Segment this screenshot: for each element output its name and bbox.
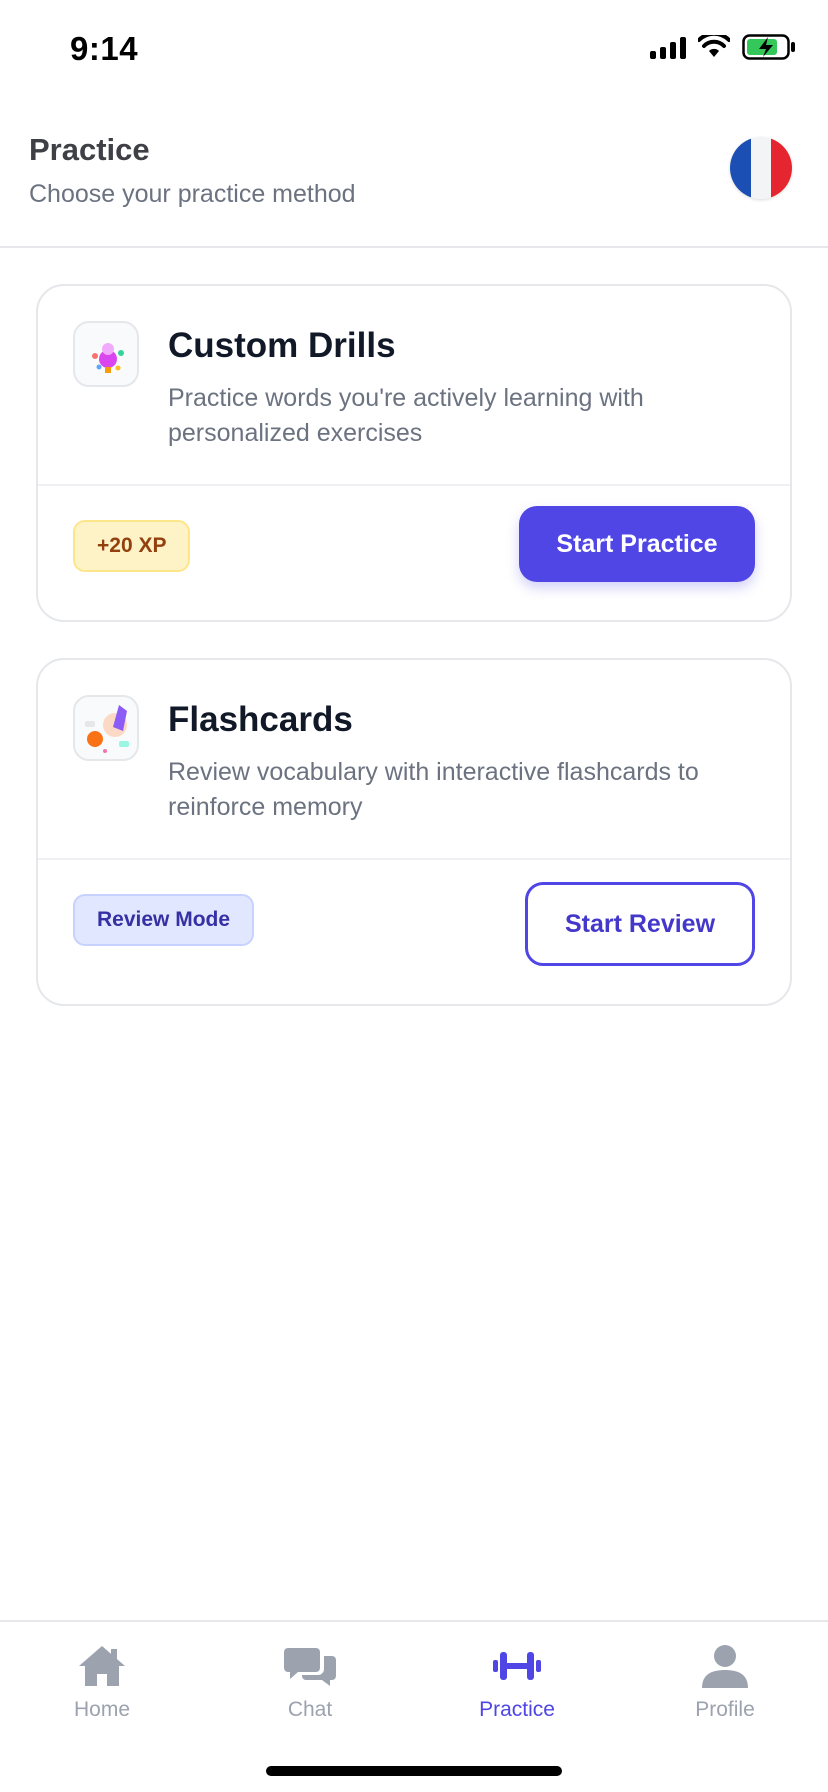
flashcards-illustration-icon — [73, 695, 139, 761]
home-indicator[interactable] — [266, 1766, 562, 1776]
card-description: Practice words you're actively learning … — [168, 384, 644, 447]
battery-charging-icon — [742, 34, 795, 60]
status-bar: 9:14 — [0, 0, 828, 100]
tab-practice[interactable]: Practice — [442, 1644, 592, 1722]
card-footer: +20 XP Start Practice — [38, 486, 790, 620]
page-subtitle: Choose your practice method — [29, 180, 356, 208]
card-header: Custom Drills Practice words you're acti… — [38, 286, 790, 486]
page-header: Practice Choose your practice method — [0, 100, 828, 248]
card-title: Flashcards — [168, 700, 353, 739]
chat-icon — [284, 1648, 336, 1686]
card-header: Flashcards Review vocabulary with intera… — [38, 660, 790, 860]
start-practice-button[interactable]: Start Practice — [519, 506, 755, 582]
tab-label: Home — [73, 1698, 131, 1721]
tab-chat[interactable]: Chat — [235, 1644, 385, 1722]
review-mode-badge: Review Mode — [73, 894, 255, 946]
tab-profile[interactable]: Profile — [650, 1644, 800, 1722]
card-title: Custom Drills — [168, 326, 396, 365]
status-time: 9:14 — [70, 30, 139, 67]
tab-home[interactable]: Home — [27, 1644, 177, 1722]
status-icons — [650, 34, 796, 60]
start-review-button[interactable]: Start Review — [525, 882, 755, 966]
tab-label: Chat — [287, 1698, 333, 1721]
cellular-signal-icon — [650, 35, 686, 59]
home-icon — [79, 1646, 125, 1686]
xp-badge: +20 XP — [73, 520, 191, 572]
wifi-icon — [698, 35, 730, 57]
card-footer: Review Mode Start Review — [38, 860, 790, 1004]
card-description: Review vocabulary with interactive flash… — [168, 758, 699, 821]
france-flag-icon[interactable] — [730, 137, 792, 199]
profile-icon — [702, 1645, 748, 1688]
dumbbell-icon — [493, 1652, 541, 1680]
custom-drills-illustration-icon — [73, 321, 139, 387]
tab-label: Practice — [479, 1698, 555, 1721]
flashcards-card: Flashcards Review vocabulary with intera… — [36, 658, 792, 1006]
tab-label: Profile — [695, 1698, 755, 1721]
custom-drills-card: Custom Drills Practice words you're acti… — [36, 284, 792, 622]
page-title: Practice — [29, 132, 150, 167]
